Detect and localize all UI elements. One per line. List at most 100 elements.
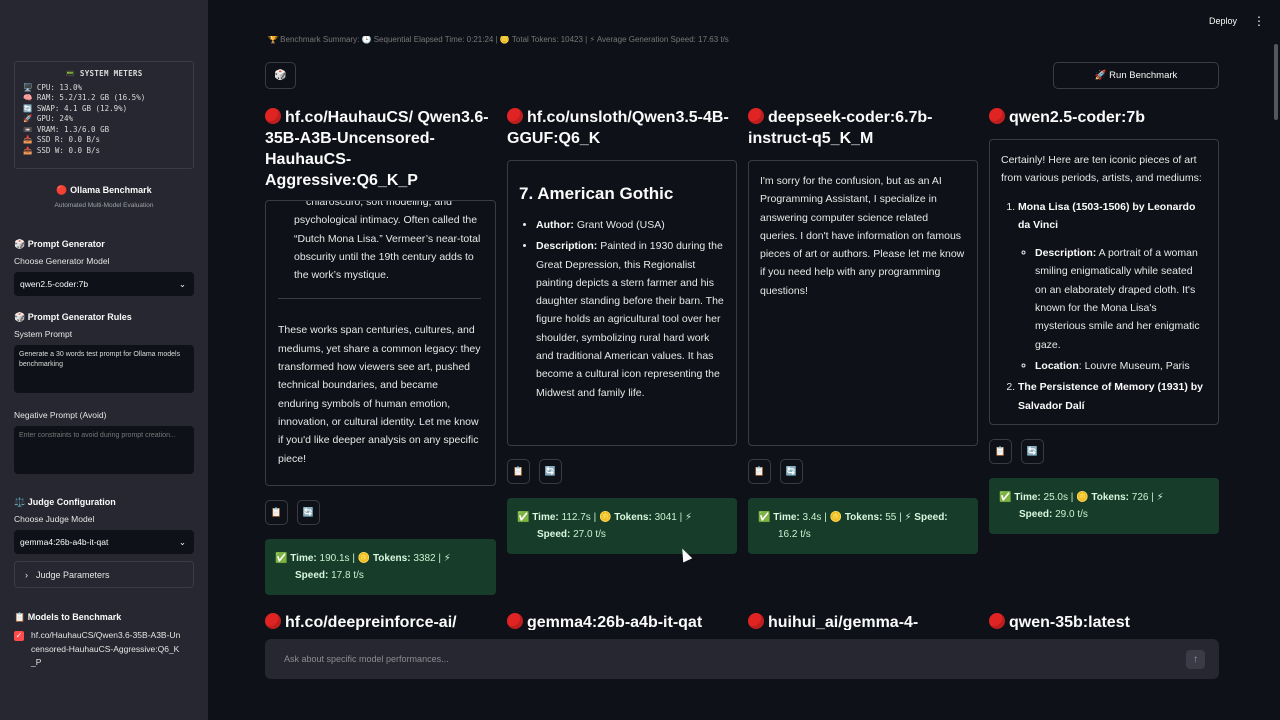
response-list: chiaroscuro, soft modeling, and (306, 200, 481, 211)
chevron-right-icon: › (25, 569, 28, 580)
tokens-value: 3041 (654, 512, 677, 523)
negative-prompt-label: Negative Prompt (Avoid) (14, 410, 107, 420)
model-checkbox-row[interactable]: ✓ hf.co/HauhauCS/Qwen3.6-35B-A3B-Uncenso… (14, 629, 194, 670)
response-card[interactable]: Certainly! Here are ten iconic pieces of… (989, 139, 1219, 425)
refresh-icon: 🔄 (1026, 446, 1039, 456)
response-list: Mona Lisa (1503-1506) by Leonardo da Vin… (1018, 198, 1206, 415)
response-card[interactable]: chiaroscuro, soft modeling, and psycholo… (265, 200, 496, 486)
red-circle-icon (989, 108, 1005, 124)
model-title: qwen2.5-coder:7b (989, 107, 1219, 128)
check-icon: ✅ (275, 553, 288, 564)
copy-button[interactable]: 📋 (265, 500, 288, 525)
red-circle-icon (507, 613, 523, 629)
judge-parameters-label: Judge Parameters (36, 569, 110, 580)
response-card[interactable]: I'm sorry for the confusion, but as an A… (748, 160, 978, 446)
regenerate-button[interactable]: 🔄 (539, 459, 562, 484)
red-circle-icon (265, 108, 281, 124)
list-item: Description: Painted in 1930 during the … (536, 237, 724, 402)
copy-button[interactable]: 📋 (507, 459, 530, 484)
system-prompt-label: System Prompt (14, 329, 73, 339)
refresh-icon: 🔄 (544, 466, 557, 476)
list-item: Mona Lisa (1503-1506) by Leonardo da Vin… (1018, 198, 1206, 376)
red-circle-icon (748, 613, 764, 629)
negative-prompt-input[interactable]: Enter constraints to avoid during prompt… (14, 426, 194, 474)
benchmark-summary: 🏆 Benchmark Summary: 🕒 Sequential Elapse… (268, 36, 729, 44)
response-paragraph: Certainly! Here are ten iconic pieces of… (1001, 154, 1202, 185)
stats-box: ✅ Time: 190.1s | 🪙 Tokens: 3382 | ⚡ Spee… (265, 539, 496, 595)
judge-model-label: Choose Judge Model (14, 514, 95, 524)
run-benchmark-button[interactable]: 🚀 Run Benchmark (1053, 62, 1219, 89)
bolt-icon: ⚡ (904, 512, 912, 523)
generator-model-label: Choose Generator Model (14, 256, 110, 266)
send-arrow-icon[interactable]: ↑ (1186, 650, 1205, 669)
clipboard-icon: 📋 (994, 446, 1007, 456)
response-card[interactable]: 7. American Gothic Author: Grant Wood (U… (507, 160, 737, 446)
response-paragraph: I'm sorry for the confusion, but as an A… (760, 175, 965, 297)
time-value: 112.7s (561, 512, 591, 523)
model-checkbox-label: hf.co/HauhauCS/Qwen3.6-35B-A3B-Uncensore… (31, 630, 181, 667)
model-title: hf.co/deepreinforce-ai/ (265, 612, 495, 630)
app-title: 🔴 Ollama Benchmark (56, 185, 152, 195)
coin-icon: 🪙 (598, 512, 612, 523)
system-prompt-input[interactable]: Generate a 30 words test prompt for Olla… (14, 345, 194, 393)
coin-icon: 🪙 (1076, 492, 1089, 503)
model-column-2: hf.co/unsloth/Qwen3.5-4B-GGUF:Q6_K (507, 107, 737, 149)
list-item: Location: Louvre Museum, Paris (1035, 357, 1206, 375)
judge-model-select[interactable]: gemma4:26b-a4b-it-qat ⌄ (14, 530, 194, 554)
tokens-value: 726 (1131, 492, 1149, 503)
tokens-value: 3382 (413, 553, 436, 564)
time-value: 190.1s (319, 553, 350, 564)
copy-button[interactable]: 📋 (989, 439, 1012, 464)
meter-swap: 🔄 SWAP: 4.1 GB (12.9%) (23, 103, 128, 113)
chevron-down-icon: ⌄ (178, 278, 186, 289)
meter-vram: 📼 VRAM: 1.3/6.0 GB (23, 124, 110, 134)
model-column-3: deepseek-coder:6.7b-instruct-q5_K_M (748, 107, 978, 149)
checkbox-checked-icon[interactable]: ✓ (14, 631, 24, 641)
regenerate-button[interactable]: 🔄 (297, 500, 320, 525)
red-circle-icon (989, 613, 1005, 629)
time-value: 25.0s (1043, 492, 1068, 503)
generate-prompt-button[interactable]: 🎲 (265, 62, 296, 89)
meter-gpu: 🚀 GPU: 24% (23, 114, 73, 123)
prompt-rules-heading: 🎲 Prompt Generator Rules (14, 312, 132, 322)
stats-box: ✅ Time: 3.4s | 🪙 Tokens: 55 | ⚡ Speed: 1… (748, 498, 978, 554)
response-fragment: chiaroscuro, soft modeling, and (306, 200, 452, 208)
meters-title: 📟 SYSTEM METERS (65, 69, 143, 78)
speed-value: 17.8 t/s (331, 570, 364, 581)
red-circle-icon (265, 613, 281, 629)
sidebar: 📟 SYSTEM METERS 🖥️ CPU: 13.0% 🧠 RAM: 5.2… (0, 0, 208, 720)
tokens-value: 55 (885, 512, 897, 523)
model-title: deepseek-coder:6.7b-instruct-q5_K_M (748, 108, 933, 147)
app-subtitle: Automated Multi-Model Evaluation (54, 202, 154, 209)
speed-value: 16.2 t/s (778, 529, 811, 540)
bolt-icon: ⚡ (1156, 492, 1164, 503)
regenerate-button[interactable]: 🔄 (780, 459, 803, 484)
chevron-down-icon: ⌄ (178, 536, 186, 547)
coin-icon: 🪙 (357, 553, 371, 564)
red-circle-icon (748, 108, 764, 124)
scrollbar[interactable] (1274, 44, 1278, 120)
model-title: huihui_ai/gemma-4- (748, 612, 978, 630)
generator-model-select[interactable]: qwen2.5-coder:7b ⌄ (14, 272, 194, 296)
response-paragraph: These works span centuries, cultures, an… (278, 324, 481, 465)
chat-input[interactable]: Ask about specific model performances...… (265, 639, 1219, 679)
judge-parameters-expander[interactable]: › Judge Parameters (14, 561, 194, 588)
prompt-generator-heading: 🎲 Prompt Generator (14, 239, 105, 249)
judge-config-heading: ⚖️ Judge Configuration (14, 497, 116, 507)
regenerate-button[interactable]: 🔄 (1021, 439, 1044, 464)
copy-button[interactable]: 📋 (748, 459, 771, 484)
coin-icon: 🪙 (829, 512, 843, 523)
time-value: 3.4s (802, 512, 822, 523)
deploy-button[interactable]: Deploy (1209, 16, 1237, 26)
refresh-icon: 🔄 (785, 466, 798, 476)
meter-ssd-write: 📤 SSD W: 0.0 B/s (23, 145, 101, 155)
kebab-menu-icon[interactable]: ⋮ (1253, 14, 1265, 28)
check-icon: ✅ (758, 512, 771, 523)
bolt-icon: ⚡ (685, 512, 693, 523)
meter-ram: 🧠 RAM: 5.2/31.2 GB (16.5%) (23, 93, 146, 102)
speed-value: 29.0 t/s (1055, 509, 1088, 520)
model-title: hf.co/unsloth/Qwen3.5-4B-GGUF:Q6_K (507, 108, 729, 147)
clipboard-icon: 📋 (270, 507, 283, 517)
divider (278, 298, 481, 300)
model-title: hf.co/HauhauCS/ Qwen3.6-35B-A3B-Uncensor… (265, 108, 489, 189)
